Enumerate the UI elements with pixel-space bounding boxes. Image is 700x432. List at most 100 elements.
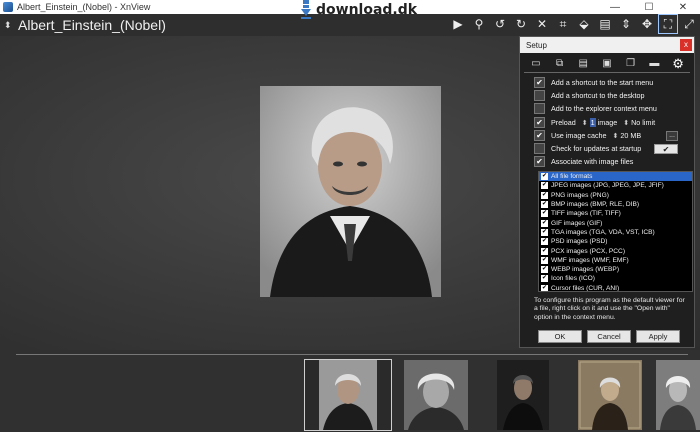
format-checkbox[interactable]: ✔: [541, 266, 548, 274]
strip-divider: [16, 354, 688, 355]
context-menu-checkbox[interactable]: [534, 103, 545, 114]
preload-label: Preload: [551, 118, 576, 127]
option-context-menu: Add to the explorer context menu: [534, 103, 657, 114]
close-x-icon[interactable]: ✕: [533, 15, 551, 33]
format-checkbox[interactable]: ✔: [541, 284, 548, 291]
format-item[interactable]: ✔ All file formats: [539, 172, 692, 182]
format-checkbox[interactable]: ✔: [541, 182, 548, 190]
format-label: PCX images (PCX, PCC): [551, 247, 626, 255]
format-label: WEBP images (WEBP): [551, 266, 620, 274]
preload-count-input[interactable]: 1: [589, 118, 596, 127]
ok-button[interactable]: OK: [538, 330, 582, 343]
download-arrow-icon: [301, 0, 311, 19]
format-item[interactable]: ✔ BMP images (BMP, RLE, DIB): [539, 200, 692, 209]
option-check-updates: Check for updates at startup: [534, 143, 641, 154]
rotate-left-icon[interactable]: ↺: [491, 15, 509, 33]
cancel-button[interactable]: Cancel: [587, 330, 631, 343]
format-label: TGA images (TGA, VDA, VST, ICB): [551, 228, 655, 236]
move-icon[interactable]: ✥: [638, 15, 656, 33]
tab-settings-gear-icon[interactable]: ⚙: [671, 56, 685, 71]
format-item[interactable]: ✔ WMF images (WMF, EMF): [539, 256, 692, 265]
format-item[interactable]: ✔ GIF images (GIF): [539, 218, 692, 227]
format-checkbox[interactable]: ✔: [541, 201, 548, 209]
cache-spin-icon[interactable]: ⬍: [613, 132, 619, 140]
setup-tabs: ▭ ⧉ ▤ ▣ ❐ ▬ ⚙: [524, 55, 690, 73]
fullscreen-icon[interactable]: ⤢: [680, 15, 698, 33]
tab-window-icon[interactable]: ▭: [529, 58, 543, 70]
minimize-button[interactable]: —: [598, 0, 632, 14]
rotate-right-icon[interactable]: ↻: [512, 15, 530, 33]
thumbnail-1[interactable]: [304, 359, 392, 431]
sort-arrows-icon[interactable]: ⬍: [4, 20, 16, 31]
maximize-button[interactable]: ☐: [632, 0, 666, 14]
format-checkbox[interactable]: ✔: [541, 238, 548, 246]
thumbnail-3[interactable]: [497, 360, 549, 430]
format-item[interactable]: ✔ Icon files (ICO): [539, 274, 692, 283]
preload-spin-icon[interactable]: ⬍: [582, 119, 588, 127]
desktop-checkbox[interactable]: [534, 90, 545, 101]
eraser-icon[interactable]: ⬙: [575, 15, 593, 33]
format-checkbox[interactable]: ✔: [541, 247, 548, 255]
image-cache-checkbox[interactable]: ✔: [534, 130, 545, 141]
format-checkbox[interactable]: ✔: [541, 173, 548, 181]
fit-icon[interactable]: ⛶: [658, 14, 678, 34]
context-menu-label: Add to the explorer context menu: [551, 104, 657, 113]
setup-titlebar: Setup x: [520, 37, 694, 53]
format-checkbox[interactable]: ✔: [541, 228, 548, 236]
tab-windows-icon[interactable]: ❐: [624, 58, 638, 70]
close-window-button[interactable]: ✕: [666, 0, 700, 14]
option-associate: ✔ Associate with image files: [534, 156, 633, 167]
document-icon[interactable]: ▤: [596, 15, 614, 33]
search-icon[interactable]: ⚲: [470, 15, 488, 33]
start-menu-checkbox[interactable]: ✔: [534, 77, 545, 88]
cache-size-value[interactable]: 20 MB: [620, 131, 641, 140]
format-label: Cursor files (CUR, ANI): [551, 284, 620, 292]
check-updates-checkbox[interactable]: [534, 143, 545, 154]
portrait-figure: [260, 86, 441, 297]
apply-button[interactable]: Apply: [636, 330, 680, 343]
format-label: PNG images (PNG): [551, 191, 609, 199]
setup-close-button[interactable]: x: [680, 39, 692, 51]
file-format-list[interactable]: ✔ All file formats ✔ JPEG images (JPG, JPE…: [538, 171, 693, 292]
tab-display-icon[interactable]: ▤: [576, 58, 590, 70]
associate-checkbox[interactable]: ✔: [534, 156, 545, 167]
format-checkbox[interactable]: ✔: [541, 191, 548, 199]
format-checkbox[interactable]: ✔: [541, 219, 548, 227]
format-item[interactable]: ✔ WEBP images (WEBP): [539, 265, 692, 274]
format-label: All file formats: [551, 173, 593, 181]
thumbnail-4[interactable]: [578, 360, 642, 430]
format-item[interactable]: ✔ PSD images (PSD): [539, 237, 692, 246]
tab-image-icon[interactable]: ▣: [600, 58, 614, 70]
format-item[interactable]: ✔ TIFF images (TIF, TIFF): [539, 209, 692, 218]
preload-checkbox[interactable]: ✔: [534, 117, 545, 128]
resize-icon[interactable]: ⇕: [617, 15, 635, 33]
format-checkbox[interactable]: ✔: [541, 275, 548, 283]
tab-folder-icon[interactable]: ▬: [647, 58, 661, 70]
thumbnail-image: [578, 360, 642, 430]
thumbnail-image: [656, 360, 700, 430]
cache-browse-button[interactable]: ...: [666, 131, 678, 141]
format-item[interactable]: ✔ PNG images (PNG): [539, 191, 692, 200]
watermark-text: download.dk: [316, 2, 418, 18]
play-icon[interactable]: ▶: [449, 15, 467, 33]
format-checkbox[interactable]: ✔: [541, 256, 548, 264]
toolbar-buttons: ▶ ⚲ ↺ ↻ ✕ ⌗ ⬙ ▤ ⇕ ✥ ⛶ ⤢: [449, 14, 698, 34]
format-item[interactable]: ✔ JPEG images (JPG, JPEG, JPE, JFIF): [539, 181, 692, 190]
crop-icon[interactable]: ⌗: [554, 15, 572, 33]
format-item[interactable]: ✔ TGA images (TGA, VDA, VST, ICB): [539, 228, 692, 237]
format-item[interactable]: ✔ Cursor files (CUR, ANI): [539, 284, 692, 292]
setup-title: Setup: [526, 40, 547, 50]
nolimit-spin-icon[interactable]: ⬍: [623, 119, 629, 127]
start-menu-label: Add a shortcut to the start menu: [551, 78, 654, 87]
format-item[interactable]: ✔ PCX images (PCX, PCC): [539, 246, 692, 255]
format-checkbox[interactable]: ✔: [541, 210, 548, 218]
check-now-button[interactable]: ✔: [654, 144, 678, 154]
format-label: BMP images (BMP, RLE, DIB): [551, 201, 640, 209]
format-label: JPEG images (JPG, JPEG, JPE, JFIF): [551, 182, 664, 190]
tab-copy-icon[interactable]: ⧉: [553, 58, 567, 70]
image-title: Albert_Einstein_(Nobel): [18, 17, 166, 33]
thumbnail-5[interactable]: [656, 360, 700, 430]
thumbnail-strip: [0, 350, 700, 432]
thumbnail-2[interactable]: [404, 360, 468, 430]
format-label: Icon files (ICO): [551, 275, 595, 283]
